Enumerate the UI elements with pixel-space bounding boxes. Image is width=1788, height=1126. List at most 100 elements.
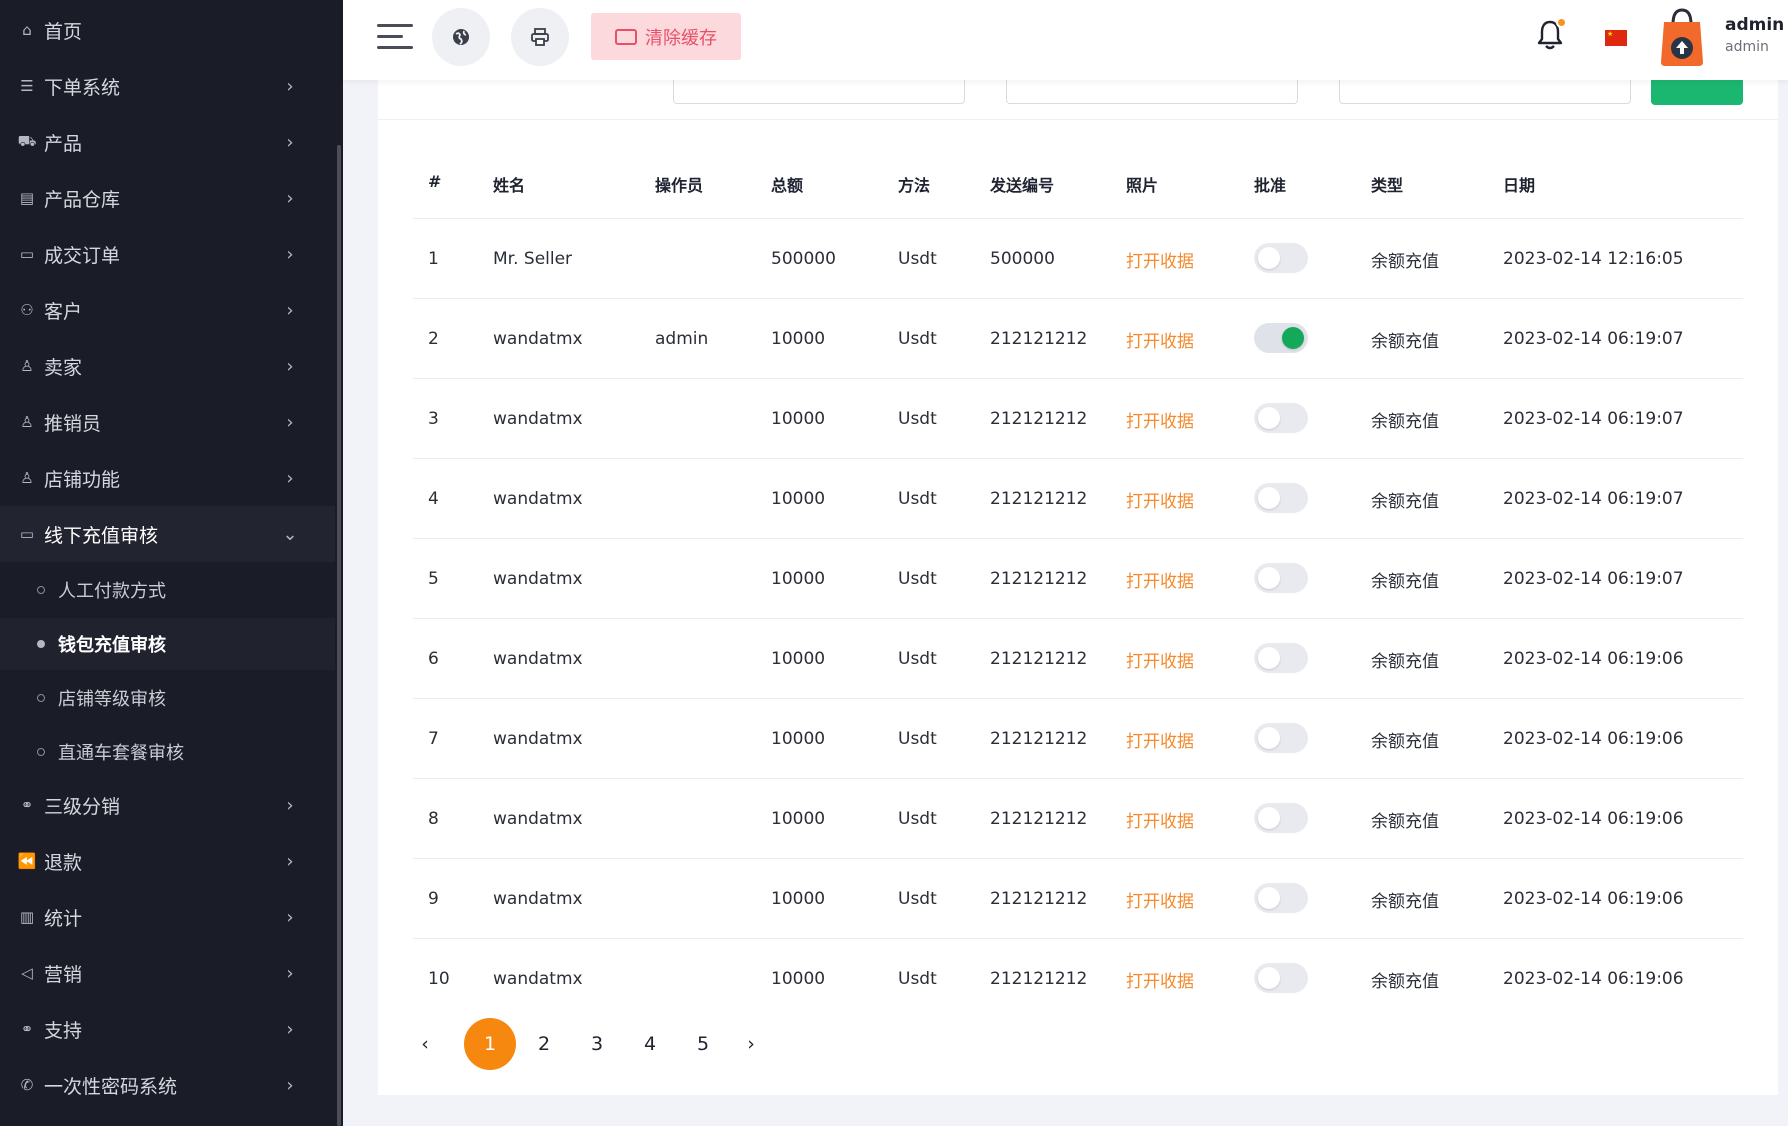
cell-send-no: 212121212 <box>990 889 1088 909</box>
cell-date: 2023-02-14 06:19:06 <box>1503 649 1684 669</box>
page-button[interactable]: 5 <box>677 1018 729 1070</box>
sidebar-scrollbar[interactable] <box>337 145 341 1126</box>
cell-amount: 10000 <box>771 969 826 989</box>
sidebar-item[interactable]: ♙ 店铺功能 › <box>0 450 335 506</box>
page-button[interactable]: 1 <box>464 1018 516 1070</box>
bullet-icon <box>37 640 45 648</box>
approve-toggle[interactable] <box>1254 483 1308 513</box>
sidebar-item-label: 一次性密码系统 <box>44 1075 178 1098</box>
approve-toggle[interactable] <box>1254 723 1308 753</box>
top-header: 清除缓存 ★ admin admin <box>343 0 1788 80</box>
avatar[interactable] <box>1656 6 1708 68</box>
print-button[interactable] <box>511 8 569 66</box>
cell-operator: admin <box>655 329 709 349</box>
open-receipt-link[interactable]: 打开收据 <box>1126 939 1194 1019</box>
column-header[interactable]: 姓名 <box>493 172 525 196</box>
cell-name: wandatmx <box>493 809 583 829</box>
chevron-icon: › <box>286 75 294 97</box>
approve-toggle[interactable] <box>1254 803 1308 833</box>
cell-idx: 5 <box>428 569 439 589</box>
cell-date: 2023-02-14 06:19:06 <box>1503 809 1684 829</box>
cell-method: Usdt <box>898 649 937 669</box>
sidebar-item[interactable]: ⚇ 客户 › <box>0 282 335 338</box>
bullet-icon <box>37 748 45 756</box>
column-header[interactable]: # <box>428 172 441 191</box>
sidebar-item[interactable]: ⚭ 支持 › <box>0 1001 335 1057</box>
cell-type: 余额充值 <box>1371 971 1439 992</box>
column-header[interactable]: 方法 <box>898 172 930 196</box>
sidebar-subitem[interactable]: 钱包充值审核 <box>0 618 335 670</box>
page-button[interactable]: 3 <box>571 1018 623 1070</box>
approve-toggle[interactable] <box>1254 883 1308 913</box>
sidebar-item[interactable]: ▥ 统计 › <box>0 889 335 945</box>
approve-toggle[interactable] <box>1254 323 1308 353</box>
sidebar: ⌂ 首页 ☰ 下单系统 › ⛟ 产品 › ▤ 产品仓库 › ▭ 成交订单 › ⚇ 客户 › ♙ 卖家 › ♙ 推销员 › ♙ 店… <box>0 0 343 1126</box>
sidebar-item[interactable]: ♙ 卖家 › <box>0 338 335 394</box>
cell-date: 2023-02-14 06:19:06 <box>1503 729 1684 749</box>
notification-bell-icon[interactable] <box>1535 17 1567 52</box>
rewind-icon: ⏪ <box>17 852 37 870</box>
sidebar-subitem[interactable]: 店铺等级审核 <box>0 672 335 724</box>
home-icon: ⌂ <box>22 21 32 39</box>
sidebar-item-label: 三级分销 <box>44 795 121 818</box>
column-header[interactable]: 批准 <box>1254 172 1286 196</box>
sidebar-item[interactable]: ▭ 成交订单 › <box>0 226 335 282</box>
sidebar-item[interactable]: ⚭ 三级分销 › <box>0 777 335 833</box>
sidebar-item[interactable]: ◁ 营销 › <box>0 945 335 1001</box>
sidebar-subitem[interactable]: 直通车套餐审核 <box>0 726 335 778</box>
approve-toggle[interactable] <box>1254 963 1308 993</box>
approve-toggle[interactable] <box>1254 643 1308 673</box>
cell-method: Usdt <box>898 969 937 989</box>
cell-method: Usdt <box>898 489 937 509</box>
globe-button[interactable] <box>432 8 490 66</box>
chevron-icon: › <box>286 1074 294 1096</box>
chevron-icon: › <box>286 467 294 489</box>
sidebar-item[interactable]: ⛟ 产品 › <box>0 114 335 170</box>
menu-toggle-icon[interactable] <box>377 22 413 50</box>
chevron-icon: › <box>286 794 294 816</box>
table-row: 8 wandatmx 10000 Usdt 212121212 打开收据 余额充值 2023-… <box>413 778 1743 858</box>
clear-cache-button[interactable]: 清除缓存 <box>591 13 741 60</box>
cell-idx: 10 <box>428 969 450 989</box>
sidebar-item[interactable]: ☰ 下单系统 › <box>0 58 335 114</box>
sidebar-item-label: 客户 <box>44 300 83 323</box>
open-receipt-link[interactable]: 打开收据 <box>1126 299 1194 379</box>
page-button[interactable]: 2 <box>518 1018 570 1070</box>
user-name[interactable]: admin <box>1725 15 1784 35</box>
column-header[interactable]: 照片 <box>1126 172 1158 196</box>
open-receipt-link[interactable]: 打开收据 <box>1126 779 1194 859</box>
open-receipt-link[interactable]: 打开收据 <box>1126 459 1194 539</box>
open-receipt-link[interactable]: 打开收据 <box>1126 619 1194 699</box>
approve-toggle[interactable] <box>1254 403 1308 433</box>
sidebar-item[interactable]: ▤ 产品仓库 › <box>0 170 335 226</box>
column-header[interactable]: 日期 <box>1503 172 1535 196</box>
cell-idx: 7 <box>428 729 439 749</box>
sidebar-item[interactable]: ⏪ 退款 › <box>0 833 335 889</box>
open-receipt-link[interactable]: 打开收据 <box>1126 379 1194 459</box>
open-receipt-link[interactable]: 打开收据 <box>1126 699 1194 779</box>
open-receipt-link[interactable]: 打开收据 <box>1126 539 1194 619</box>
chevron-icon: › <box>286 243 294 265</box>
users-icon: ⚇ <box>20 301 34 319</box>
sidebar-item[interactable]: ▭ 线下充值审核 ⌄ <box>0 506 335 562</box>
chevron-icon: ⌄ <box>282 523 298 545</box>
column-header[interactable]: 操作员 <box>655 172 703 196</box>
column-header[interactable]: 总额 <box>771 172 803 196</box>
column-header[interactable]: 类型 <box>1371 172 1403 196</box>
sidebar-subitem[interactable]: 人工付款方式 <box>0 564 335 616</box>
approve-toggle[interactable] <box>1254 563 1308 593</box>
open-receipt-link[interactable]: 打开收据 <box>1126 859 1194 939</box>
china-flag-icon[interactable]: ★ <box>1605 30 1627 46</box>
sidebar-item[interactable]: ⌂ 首页 <box>0 2 335 58</box>
cell-amount: 10000 <box>771 649 826 669</box>
open-receipt-link[interactable]: 打开收据 <box>1126 219 1194 299</box>
sidebar-item[interactable]: ♙ 推销员 › <box>0 394 335 450</box>
sidebar-subitem-label: 钱包充值审核 <box>58 635 166 656</box>
sidebar-item[interactable]: ✆ 一次性密码系统 › <box>0 1057 335 1113</box>
prev-page-button[interactable]: ‹ <box>410 1018 440 1070</box>
approve-toggle[interactable] <box>1254 243 1308 273</box>
cell-method: Usdt <box>898 729 937 749</box>
next-page-button[interactable]: › <box>736 1018 766 1070</box>
column-header[interactable]: 发送编号 <box>990 172 1054 196</box>
page-button[interactable]: 4 <box>624 1018 676 1070</box>
